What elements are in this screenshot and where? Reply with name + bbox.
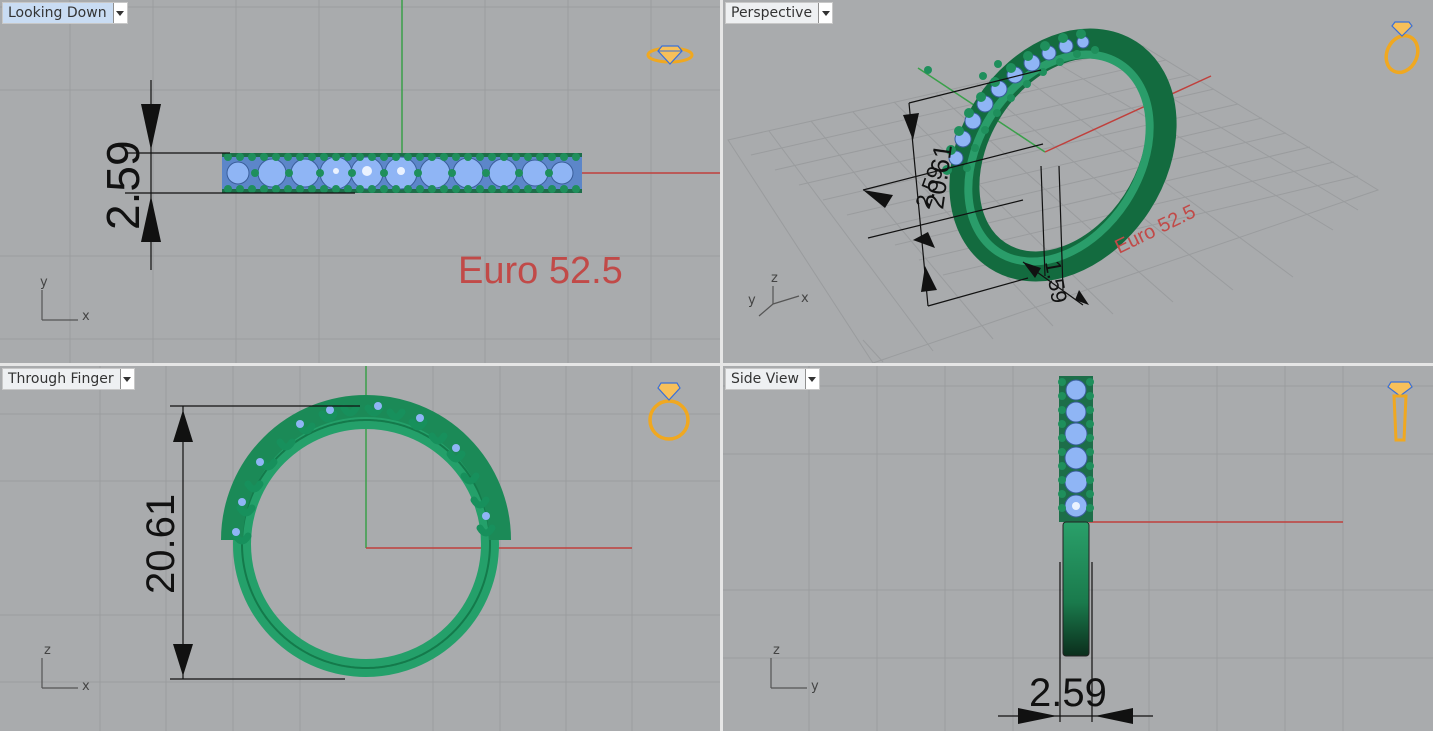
perspective-scene: 20.61 2.59 1.59 Euro 52.5 z x y [727, 28, 1380, 363]
axis-gizmo-side [770, 658, 807, 689]
axis-label-z-persp: z [771, 271, 778, 286]
axis-gizmo-perspective [758, 286, 800, 317]
axis-label-z-front: z [44, 643, 51, 658]
euro-size-label-top: Euro 52.5 [458, 250, 623, 292]
axis-gizmo-top [41, 290, 78, 321]
viewport-title-through-finger[interactable]: Through Finger [2, 368, 135, 390]
axis-label-y-side: y [811, 679, 819, 694]
dimension-text-top: 2.59 [97, 140, 149, 230]
viewport-title-text: Side View [731, 371, 799, 387]
axis-label-y-top: y [40, 275, 48, 290]
viewport-title-looking-down[interactable]: Looking Down [2, 2, 128, 24]
dropdown-arrow-icon[interactable] [818, 3, 833, 23]
viewport-looking-down[interactable]: 2.59 Euro 52.5 y x Looking Down [0, 0, 720, 363]
ring-side-profile [1058, 376, 1094, 657]
ring-side-view-icon[interactable] [1385, 378, 1415, 444]
viewport-title-text: Perspective [731, 5, 813, 21]
axis-label-x-persp: x [801, 291, 809, 306]
axis-label-x-top: x [82, 309, 90, 324]
dropdown-arrow-icon[interactable] [112, 3, 127, 23]
viewport-side-view[interactable]: 2.59 z y Side View [723, 366, 1433, 731]
dimension-text-front: 20.61 [139, 494, 183, 594]
viewport-title-side-view[interactable]: Side View [725, 368, 820, 390]
dropdown-arrow-icon[interactable] [119, 369, 134, 389]
ring-perspective-icon[interactable] [1379, 18, 1425, 76]
axis-gizmo-front [41, 658, 78, 689]
viewport-title-text: Through Finger [8, 371, 114, 387]
side-view-scene: 2.59 z y [723, 366, 1433, 731]
ring-band-top [222, 153, 582, 193]
viewport-perspective[interactable]: 20.61 2.59 1.59 Euro 52.5 z x y Perspect… [723, 0, 1433, 363]
ring-front-view-icon[interactable] [644, 380, 694, 442]
axis-label-x-front: x [82, 679, 90, 694]
through-finger-scene: 20.61 z x [0, 366, 720, 731]
dropdown-arrow-icon[interactable] [804, 369, 819, 389]
x-axis-line [1044, 75, 1212, 153]
ring-top-view-icon[interactable] [644, 40, 696, 70]
viewport-title-perspective[interactable]: Perspective [725, 2, 834, 24]
looking-down-scene: 2.59 Euro 52.5 y x [0, 0, 720, 363]
viewport-title-text: Looking Down [8, 5, 107, 21]
axis-label-y-persp: y [748, 293, 756, 308]
dimension-text-side: 2.59 [1029, 671, 1107, 715]
axis-label-z-side: z [773, 643, 780, 658]
viewport-through-finger[interactable]: 20.61 z x Through Finger [0, 366, 720, 731]
